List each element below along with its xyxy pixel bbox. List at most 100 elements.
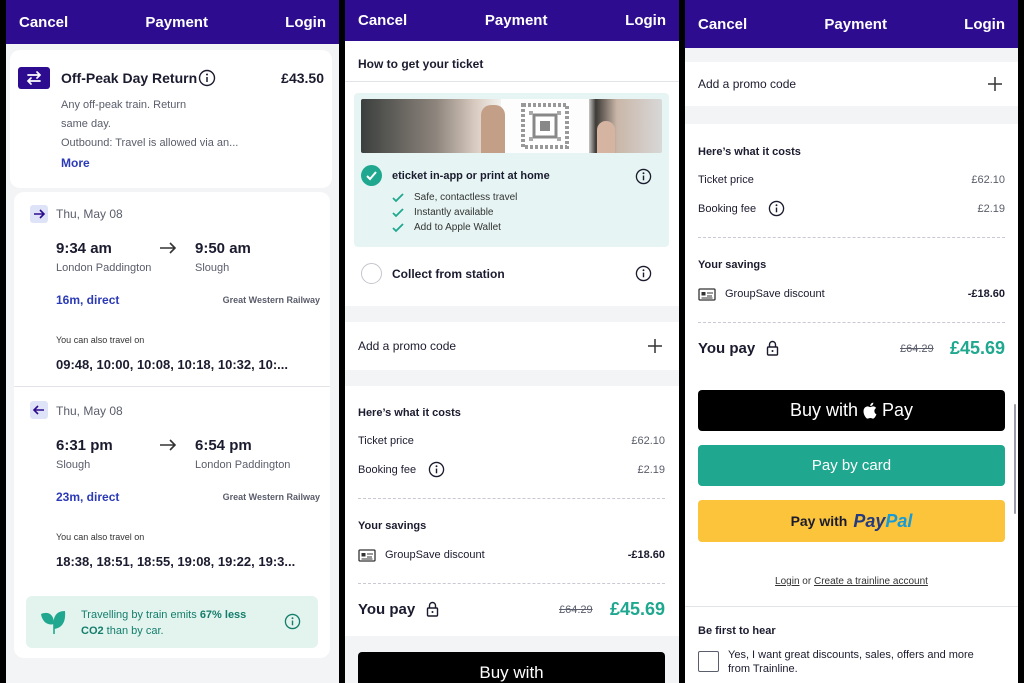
booking-fee-info-icon[interactable] [428,461,445,478]
outbound-arrive-time: 9:50 am [195,240,251,257]
you-pay-label: You pay [358,601,416,618]
discount-card-icon [698,288,716,301]
pay-by-card-button[interactable]: Pay by card [698,445,1005,486]
login-button[interactable]: Login [964,16,1005,33]
return-ticket-icon [18,67,50,89]
paypal-logo: PayPal [853,510,913,531]
outbound-arrow-icon [30,205,48,223]
apple-pay-button[interactable]: Buy with Pay [698,390,1005,431]
account-links: Login or Create a trainline account [775,576,928,587]
page-title: Payment [484,12,548,29]
login-button[interactable]: Login [285,14,326,31]
ticket-desc-line: same day. [61,118,111,130]
arrow-right-icon [159,241,177,255]
collect-info-icon[interactable] [635,265,652,282]
benefit-item: Instantly available [392,205,517,220]
create-account-link[interactable]: Create a trainline account [814,576,928,587]
booking-fee-info-icon[interactable] [768,200,785,217]
collect-radio[interactable] [361,263,382,284]
return-duration: 23m, direct [56,490,120,504]
return-arrive-station: London Paddington [195,459,291,471]
old-total: £64.29 [900,343,934,355]
apple-pay-button[interactable]: Buy with [358,652,665,683]
outbound-also-times[interactable]: 09:48, 10:00, 10:08, 10:18, 10:32, 10:..… [56,357,288,372]
ticket-desc-line: Outbound: Travel is allowed via an... [61,137,239,149]
return-depart-station: Slough [56,459,91,471]
booking-fee-label: Booking fee [358,464,417,476]
payment-methods: Buy with Pay Pay by card Pay with PayPal… [685,374,1018,606]
qr-code-icon [520,102,570,150]
old-total: £64.29 [559,604,593,616]
discount-label: GroupSave discount [725,288,825,300]
outbound-date: Thu, May 08 [56,207,123,221]
page-title: Payment [824,15,887,33]
eticket-label: eticket in-app or print at home [392,170,550,182]
promo-row[interactable]: Add a promo code [345,322,679,370]
costs-heading: Here’s what it costs [698,146,801,158]
check-icon [392,207,404,217]
eticket-info-icon[interactable] [635,168,652,185]
plus-icon[interactable] [647,338,663,354]
eticket-option[interactable]: eticket in-app or print at home Safe, co… [354,93,669,247]
paypal-button[interactable]: Pay with PayPal [698,500,1005,542]
costs-section: Here’s what it costs Ticket price £62.10… [685,124,1018,374]
more-link[interactable]: More [61,156,90,170]
return-arrow-icon [30,401,48,419]
checkout-panel: Cancel Payment Login Add a promo code He… [685,0,1018,683]
ticket-name: Off-Peak Day Return [61,70,198,86]
benefit-item: Add to Apple Wallet [392,220,517,235]
promo-label: Add a promo code [358,339,457,353]
login-link[interactable]: Login [775,576,799,587]
newsletter-heading: Be first to hear [698,625,776,637]
cancel-button[interactable]: Cancel [698,16,747,33]
co2-info-icon[interactable] [284,613,301,630]
leaf-icon [38,608,68,636]
collect-label[interactable]: Collect from station [392,267,505,281]
ticket-price-label: Ticket price [358,435,414,447]
co2-text: Travelling by train emits 67% less CO2 th… [81,609,247,637]
plus-icon[interactable] [987,76,1003,92]
discount-card-icon [358,549,376,562]
journey-card: Thu, May 08 9:34 am London Paddington 9:… [14,192,330,658]
return-depart-time: 6:31 pm [56,437,113,454]
apple-icon [863,402,877,419]
nav-bar: Cancel Payment Login [345,0,679,41]
booking-fee-value: £2.19 [977,203,1005,215]
booking-fee-label: Booking fee [698,203,757,215]
newsletter-checkbox[interactable] [698,651,719,672]
arrow-right-icon [159,438,177,452]
ticket-card: Off-Peak Day Return £43.50 Any off-peak … [10,50,332,188]
costs-heading: Here’s what it costs [358,407,461,419]
booking-fee-value: £2.19 [637,464,665,476]
outbound-arrive-station: Slough [195,262,230,274]
ticket-info-icon[interactable] [198,69,216,87]
cancel-button[interactable]: Cancel [19,14,68,31]
nav-bar: Cancel Payment Login [6,0,339,44]
outbound-operator: Great Western Railway [222,295,320,305]
selected-radio[interactable] [361,165,382,186]
promo-row[interactable]: Add a promo code [685,62,1018,106]
return-also-times[interactable]: 18:38, 18:51, 18:55, 19:08, 19:22, 19:3.… [56,554,295,569]
newsletter-text: Yes, I want great discounts, sales, offe… [728,649,974,675]
cancel-button[interactable]: Cancel [358,12,407,29]
ticket-price-value: £62.10 [631,435,665,447]
total: £45.69 [949,338,1005,358]
login-button[interactable]: Login [625,12,666,29]
benefit-item: Safe, contactless travel [392,190,517,205]
ticket-price-value: £62.10 [971,174,1005,186]
scrollbar[interactable] [1014,404,1016,514]
return-also-label: You can also travel on [56,532,145,542]
page-title: Payment [145,13,208,31]
lock-icon [766,340,779,356]
costs-section: Here’s what it costs Ticket price £62.10… [345,386,679,636]
delivery-heading: How to get your ticket [358,57,484,71]
return-date: Thu, May 08 [56,404,123,418]
journey-panel: Cancel Payment Login Off-Peak Day Return… [6,0,339,683]
check-icon [392,222,404,232]
lock-icon [426,601,439,617]
delivery-section: How to get your ticket eticket in-app or… [345,41,679,306]
savings-heading: Your savings [358,520,427,532]
ticket-price: £43.50 [281,70,324,86]
payment-panel: Cancel Payment Login How to get your tic… [345,0,679,683]
ticket-desc-line: Any off-peak train. Return [61,99,187,111]
